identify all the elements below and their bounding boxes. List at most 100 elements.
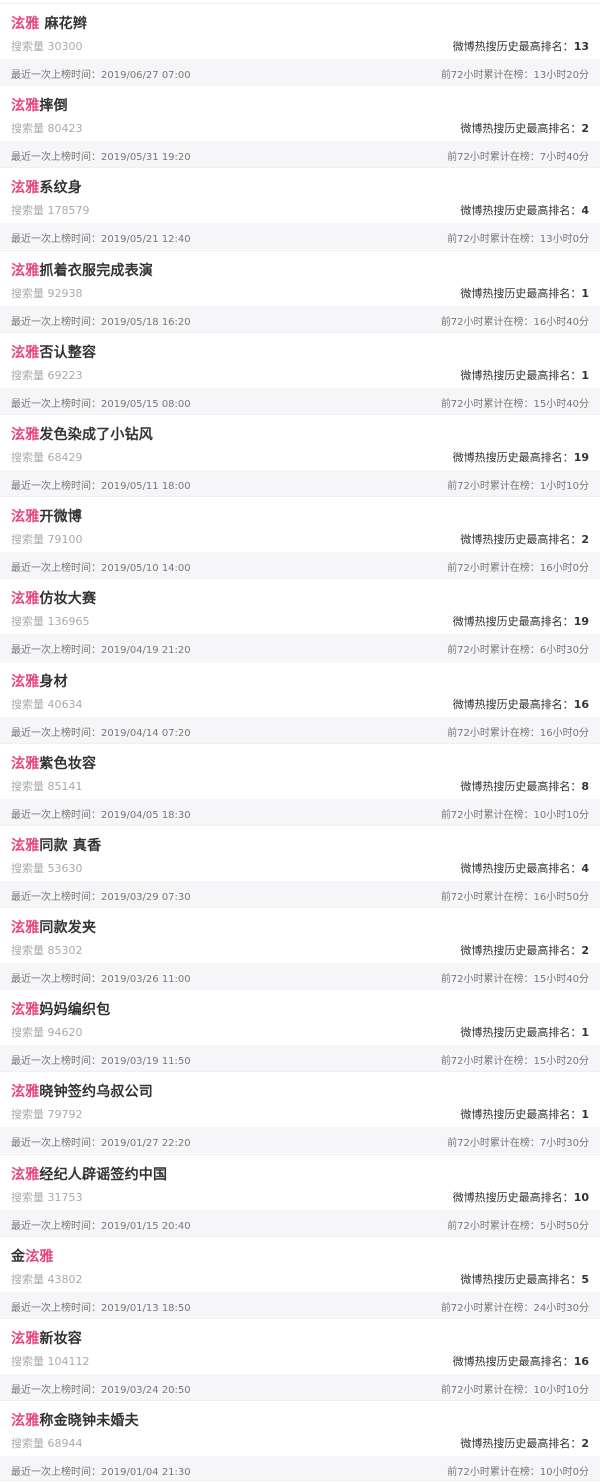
topic-highlight: 泫雅 [11, 755, 40, 772]
list-item[interactable]: 泫雅晓钟签约乌叔公司搜索量 79792 微博热搜历史最高排名：1 最近一次上榜时间：… [0, 1071, 600, 1154]
topic-title[interactable]: 金泫雅 [11, 1246, 54, 1266]
topic-title[interactable]: 泫雅摔倒 [11, 95, 68, 115]
highest-rank-value: 19 [573, 450, 589, 464]
highest-rank-label: 微博热搜历史最高排名： [452, 615, 574, 629]
accumulated-duration: 前72小时累计在榜：15小时20分 [440, 1056, 589, 1068]
divider [0, 167, 600, 169]
search-count: 搜索量 92938 [11, 286, 83, 300]
last-on-list-time: 最近一次上榜时间：2019/04/05 18:30 [11, 809, 191, 821]
accumulated-duration: 前72小时累计在榜：1小时10分 [447, 480, 589, 492]
item-footer: 最近一次上榜时间：2019/05/11 18:00 前72小时累计在榜：1小时10… [0, 469, 600, 496]
search-count: 搜索量 68429 [11, 450, 83, 464]
last-on-list-time: 最近一次上榜时间：2019/01/13 18:50 [11, 1302, 191, 1314]
item-footer: 最近一次上榜时间：2019/04/05 18:30 前72小时累计在榜：10小时1… [0, 798, 600, 825]
list-item[interactable]: 泫雅妈妈编织包 搜索量 94620 微博热搜历史最高排名：1 最近一次上榜时间：201… [0, 989, 600, 1072]
item-footer: 最近一次上榜时间：2019/03/24 20:50 前72小时累计在榜：10小时1… [0, 1374, 600, 1400]
topic-title[interactable]: 泫雅仿妆大赛 [11, 588, 96, 608]
topic-highlight: 泫雅 [11, 1002, 40, 1019]
list-item[interactable]: 泫雅抓着衣服完成表演搜索量 92938 微博热搜历史最高排名：1 最近一次上榜时间：… [0, 249, 600, 332]
item-footer: 最近一次上榜时间：2019/05/31 19:20 前72小时累计在榜：7小时40… [0, 141, 600, 168]
highest-rank: 微博热搜历史最高排名：2 [460, 942, 589, 958]
list-item[interactable]: 泫雅称金晓钟未婚夫 搜索量 68944 微博热搜历史最高排名：2 最近一次上榜时间：2… [0, 1400, 600, 1483]
topic-title[interactable]: 泫雅紫色妆容 [11, 753, 96, 773]
list-item[interactable]: 泫雅新妆容 搜索量 104112 微博热搜历史最高排名：16 最近一次上榜时间：201… [0, 1318, 600, 1401]
topic-title[interactable]: 泫雅开微博 [11, 506, 82, 526]
list-item[interactable]: 泫雅紫色妆容 搜索量 85141 微博热搜历史最高排名：8 最近一次上榜时间：2019… [0, 742, 600, 825]
topic-title[interactable]: 泫雅称金晓钟未婚夫 [11, 1410, 139, 1430]
item-footer: 最近一次上榜时间：2019/03/26 11:00 前72小时累计在榜：15小时4… [0, 963, 600, 990]
highest-rank-label: 微博热搜历史最高排名： [460, 1108, 582, 1122]
topic-highlight: 泫雅 [11, 16, 40, 32]
topic-suffix: 新妆容 [39, 1331, 83, 1347]
item-footer: 最近一次上榜时间：2019/05/21 12:40 前72小时累计在榜：13小时0… [0, 223, 600, 250]
topic-suffix: 系纹身 [39, 180, 83, 197]
topic-highlight: 泫雅 [11, 1084, 40, 1101]
highest-rank: 微博热搜历史最高排名：8 [460, 778, 589, 794]
highest-rank-label: 微博热搜历史最高排名： [460, 368, 582, 382]
divider [0, 249, 600, 251]
topic-suffix: 摔倒 [39, 98, 68, 115]
accumulated-duration: 前72小时累计在榜：16小时0分 [447, 727, 589, 739]
list-item[interactable]: 泫雅系纹身 搜索量 178579 微博热搜历史最高排名：4 最近一次上榜时间：2019… [0, 167, 600, 250]
topic-title[interactable]: 泫雅抓着衣服完成表演 [11, 260, 153, 280]
list-item[interactable]: 泫雅经纪人辟谣签约中国 搜索量 31753 微博热搜历史最高排名：10 最近一次上榜时… [0, 1153, 600, 1236]
topic-highlight: 泫雅 [11, 426, 40, 443]
topic-suffix: 麻花辫 [39, 16, 88, 32]
topic-title[interactable]: 泫雅妈妈编织包 [11, 999, 110, 1019]
topic-highlight: 泫雅 [11, 920, 40, 937]
accumulated-duration: 前72小时累计在榜：10小时0分 [447, 1467, 589, 1479]
topic-title[interactable]: 泫雅发色染成了小钻风 [11, 424, 153, 444]
list-item[interactable]: 泫雅同款发夹 搜索量 85302 微博热搜历史最高排名：2 最近一次上榜时间：2019… [0, 907, 600, 990]
list-item[interactable]: 金泫雅 搜索量 43802 微博热搜历史最高排名：5 最近一次上榜时间：2019/01… [0, 1235, 600, 1318]
last-on-list-time: 最近一次上榜时间：2019/03/24 20:50 [11, 1385, 191, 1396]
accumulated-duration: 前72小时累计在榜：5小时50分 [447, 1220, 589, 1232]
topic-title[interactable]: 泫雅 麻花辫 [11, 13, 87, 33]
item-footer: 最近一次上榜时间：2019/05/15 08:00 前72小时累计在榜：15小时4… [0, 387, 600, 414]
search-count: 搜索量 79792 [11, 1108, 83, 1122]
list-item[interactable]: 泫雅发色染成了小钻风 搜索量 68429 微博热搜历史最高排名：19 最近一次上榜时间… [0, 413, 600, 497]
item-footer: 最近一次上榜时间：2019/05/18 16:20 前72小时累计在榜：16小时4… [0, 305, 600, 332]
list-item[interactable]: 泫雅同款 真香 搜索量 53630 微博热搜历史最高排名：4 最近一次上榜时间：201… [0, 824, 600, 908]
item-footer: 最近一次上榜时间：2019/06/27 07:00 前72小时累计在榜：13小时2… [0, 59, 600, 85]
item-footer: 最近一次上榜时间：2019/01/27 22:20 前72小时累计在榜：7小时30… [0, 1127, 600, 1154]
list-item[interactable]: 泫雅身材 搜索量 40634 微博热搜历史最高排名：16 最近一次上榜时间：2019/… [0, 660, 600, 743]
list-item[interactable]: 泫雅仿妆大赛 搜索量 136965 微博热搜历史最高排名：19 最近一次上榜时间：20… [0, 578, 600, 661]
topic-suffix: 紫色妆容 [39, 755, 97, 772]
highest-rank-label: 微博热搜历史最高排名： [460, 1026, 582, 1040]
divider [0, 413, 600, 415]
accumulated-duration: 前72小时累计在榜：6小时30分 [447, 645, 589, 657]
highest-rank-label: 微博热搜历史最高排名： [460, 779, 582, 793]
divider [0, 989, 600, 991]
accumulated-duration: 前72小时累计在榜：13小时0分 [447, 234, 589, 246]
highest-rank: 微博热搜历史最高排名：4 [460, 202, 589, 218]
topic-title[interactable]: 泫雅否认整容 [11, 342, 96, 362]
accumulated-duration: 前72小时累计在榜：16小时0分 [447, 563, 589, 575]
topic-title[interactable]: 泫雅新妆容 [11, 1328, 82, 1348]
topic-title[interactable]: 泫雅经纪人辟谣签约中国 [11, 1164, 167, 1184]
highest-rank: 微博热搜历史最高排名：1 [460, 1106, 589, 1122]
list-item[interactable]: 泫雅摔倒 搜索量 80423 微博热搜历史最高排名：2 最近一次上榜时间：2019/0… [0, 85, 600, 168]
divider [0, 742, 600, 744]
topic-suffix: 仿妆大赛 [39, 591, 97, 608]
highest-rank-value: 13 [573, 40, 589, 53]
topic-title[interactable]: 泫雅同款发夹 [11, 917, 96, 937]
highest-rank-value: 2 [581, 1437, 589, 1451]
list-item[interactable]: 泫雅开微博 搜索量 79100 微博热搜历史最高排名：2 最近一次上榜时间：2019/… [0, 496, 600, 579]
item-footer: 最近一次上榜时间：2019/03/29 07:30 前72小时累计在榜：16小时5… [0, 880, 600, 907]
topic-title[interactable]: 泫雅晓钟签约乌叔公司 [11, 1081, 153, 1101]
last-on-list-time: 最近一次上榜时间：2019/03/26 11:00 [11, 974, 191, 986]
accumulated-duration: 前72小时累计在榜：24小时30分 [440, 1302, 589, 1314]
topic-title[interactable]: 泫雅同款 真香 [11, 835, 101, 855]
list-item[interactable]: 泫雅 麻花辫 搜索量 30300 微博热搜历史最高排名：13 最近一次上榜时间：201… [0, 3, 600, 86]
last-on-list-time: 最近一次上榜时间：2019/03/29 07:30 [11, 891, 191, 903]
highest-rank: 微博热搜历史最高排名：2 [460, 120, 589, 136]
topic-title[interactable]: 泫雅系纹身 [11, 177, 82, 197]
divider [0, 331, 600, 333]
highest-rank: 微博热搜历史最高排名：2 [460, 531, 589, 547]
list-item[interactable]: 泫雅否认整容 搜索量 69223 微博热搜历史最高排名：1 最近一次上榜时间：2019… [0, 331, 600, 414]
topic-title[interactable]: 泫雅身材 [11, 671, 68, 691]
highest-rank-value: 1 [581, 286, 589, 300]
search-count: 搜索量 68944 [11, 1437, 83, 1451]
search-count: 搜索量 79100 [11, 533, 83, 547]
highest-rank-label: 微博热搜历史最高排名： [460, 286, 582, 300]
